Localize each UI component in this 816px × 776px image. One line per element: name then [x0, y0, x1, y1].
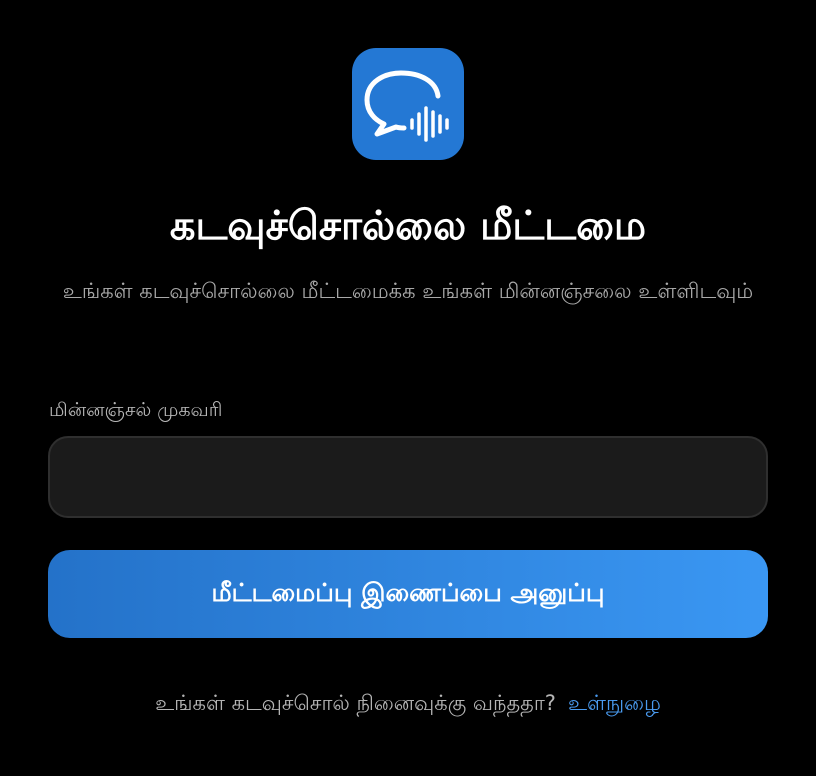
email-label: மின்னஞ்சல் முகவரி [49, 399, 223, 421]
login-prompt: உங்கள் கடவுச்சொல் நினைவுக்கு வந்ததா? உள்ந… [0, 683, 816, 723]
login-link[interactable]: உள்நுழை [568, 691, 661, 715]
page-subtitle: உங்கள் கடவுச்சொல்லை மீட்டமைக்க உங்கள் மி… [62, 279, 754, 303]
login-prompt-text: உங்கள் கடவுச்சொல் நினைவுக்கு வந்ததா? [155, 691, 556, 715]
send-reset-link-button[interactable]: மீட்டமைப்பு இணைப்பை அனுப்பு [48, 550, 768, 638]
app-logo [352, 48, 464, 160]
chat-bubble-voice-icon [364, 70, 449, 142]
page-title: கடவுச்சொல்லை மீட்டமை [169, 203, 647, 249]
email-field[interactable] [48, 436, 768, 518]
